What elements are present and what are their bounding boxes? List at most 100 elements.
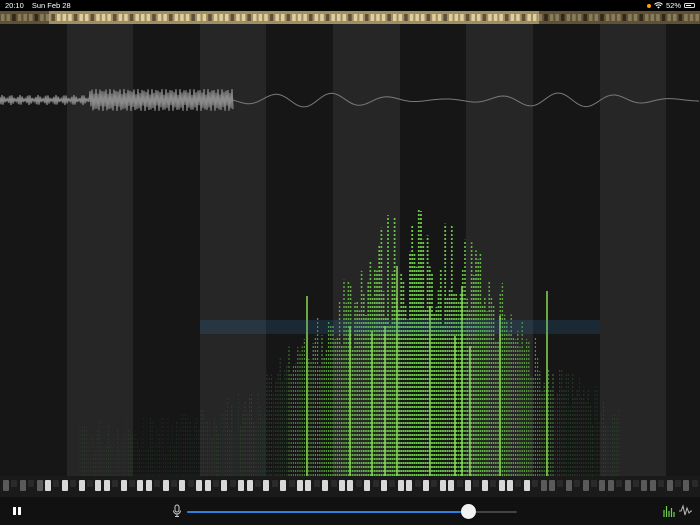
keyboard-key: [624, 480, 631, 491]
keyboard-key: [78, 480, 85, 491]
keyboard-key: [255, 480, 261, 487]
keyboard-key: [187, 480, 194, 487]
keyboard-key: [574, 480, 581, 487]
keyboard-key: [423, 480, 429, 491]
keyboard-key: [532, 480, 539, 487]
keyboard-key: [633, 480, 639, 487]
keyboard-key: [145, 480, 152, 491]
keyboard-key: [481, 480, 488, 491]
keyboard-key: [53, 480, 60, 487]
keyboard-key: [179, 480, 186, 491]
overview-visible-range[interactable]: [49, 11, 539, 24]
keyboard-key: [330, 480, 337, 487]
keyboard-key: [238, 480, 245, 491]
keyboard-key: [683, 480, 690, 491]
keyboard-key: [305, 480, 312, 491]
keyboard-key: [507, 480, 513, 491]
overview-dim-right: [539, 11, 700, 24]
keyboard-key: [616, 480, 623, 487]
keyboard-key: [11, 480, 18, 487]
microphone-icon[interactable]: [170, 504, 184, 518]
keyboard-key: [213, 480, 219, 487]
keyboard-key: [246, 480, 253, 491]
overview-keyboard-bar[interactable]: [0, 11, 700, 24]
keyboard-key: [280, 480, 287, 491]
keyboard-key: [171, 480, 177, 487]
keyboard-key: [565, 480, 572, 491]
keyboard-key: [675, 480, 681, 487]
battery-percent: 52%: [665, 1, 681, 10]
keyboard-key: [221, 480, 228, 491]
pause-button[interactable]: [11, 506, 23, 518]
spectrum-band: [200, 320, 600, 334]
spectrogram-icon[interactable]: [662, 503, 677, 518]
keyboard-key: [523, 480, 530, 491]
spectrogram-app: 20:10 Sun Feb 28 52%: [0, 0, 700, 525]
spectrogram-view[interactable]: [0, 24, 700, 497]
keyboard-key: [45, 480, 51, 491]
keyboard-key: [406, 480, 413, 491]
keyboard-key: [339, 480, 345, 491]
pause-icon: [13, 507, 16, 515]
keyboard-key: [364, 480, 371, 491]
keyboard-key: [103, 480, 110, 491]
recording-indicator-icon: [646, 3, 651, 8]
keyboard-key: [229, 480, 236, 487]
pause-icon-bar: [18, 507, 21, 515]
keyboard-key: [36, 480, 43, 491]
keyboard-key: [372, 480, 379, 487]
waveform-icon[interactable]: [678, 503, 693, 518]
status-time: 20:10: [5, 1, 24, 10]
keyboard-key: [599, 480, 606, 491]
keyboard-key: [28, 480, 35, 487]
keyboard-key: [137, 480, 144, 491]
wifi-icon: [654, 2, 663, 9]
keyboard-key: [87, 480, 93, 487]
keyboard-key: [297, 480, 303, 491]
piano-keyboard: [0, 476, 700, 497]
gain-slider-fill: [187, 511, 468, 513]
keyboard-key: [431, 480, 438, 487]
battery-icon: [684, 3, 695, 8]
keyboard-key: [473, 480, 480, 487]
keyboard-key: [120, 480, 127, 491]
keyboard-key: [389, 480, 396, 487]
keyboard-key: [448, 480, 455, 491]
keyboard-key: [649, 480, 656, 491]
gain-slider[interactable]: [187, 504, 517, 519]
status-date: Sun Feb 28: [31, 1, 71, 10]
keyboard-key: [641, 480, 648, 491]
keyboard-key: [549, 480, 555, 491]
keyboard-key: [691, 480, 698, 487]
overview-dim-left: [0, 11, 49, 24]
keyboard-key: [154, 480, 161, 487]
keyboard-key: [112, 480, 119, 487]
keyboard-key: [439, 480, 446, 491]
keyboard-key: [465, 480, 471, 491]
keyboard-key: [3, 480, 9, 491]
keyboard-key: [591, 480, 597, 487]
keyboard-key: [347, 480, 354, 491]
keyboard-key: [61, 480, 68, 491]
keyboard-key: [490, 480, 497, 487]
keyboard-key: [666, 480, 673, 491]
status-bar: 20:10 Sun Feb 28 52%: [0, 0, 700, 11]
keyboard-key: [582, 480, 589, 491]
keyboard-key: [70, 480, 77, 487]
keyboard-key: [129, 480, 135, 487]
keyboard-key: [271, 480, 278, 487]
keyboard-key: [456, 480, 463, 487]
keyboard-key: [381, 480, 387, 491]
keyboard-key: [313, 480, 320, 487]
gain-slider-thumb[interactable]: [460, 504, 476, 519]
spectrum-history: [79, 208, 620, 476]
keyboard-key: [263, 480, 270, 491]
keyboard-key: [322, 480, 329, 491]
keyboard-key: [515, 480, 522, 487]
keyboard-key: [95, 480, 102, 491]
keyboard-key: [19, 480, 26, 491]
keyboard-key: [204, 480, 211, 491]
keyboard-key: [355, 480, 362, 487]
keyboard-key: [397, 480, 404, 491]
bottom-toolbar: [0, 497, 700, 525]
